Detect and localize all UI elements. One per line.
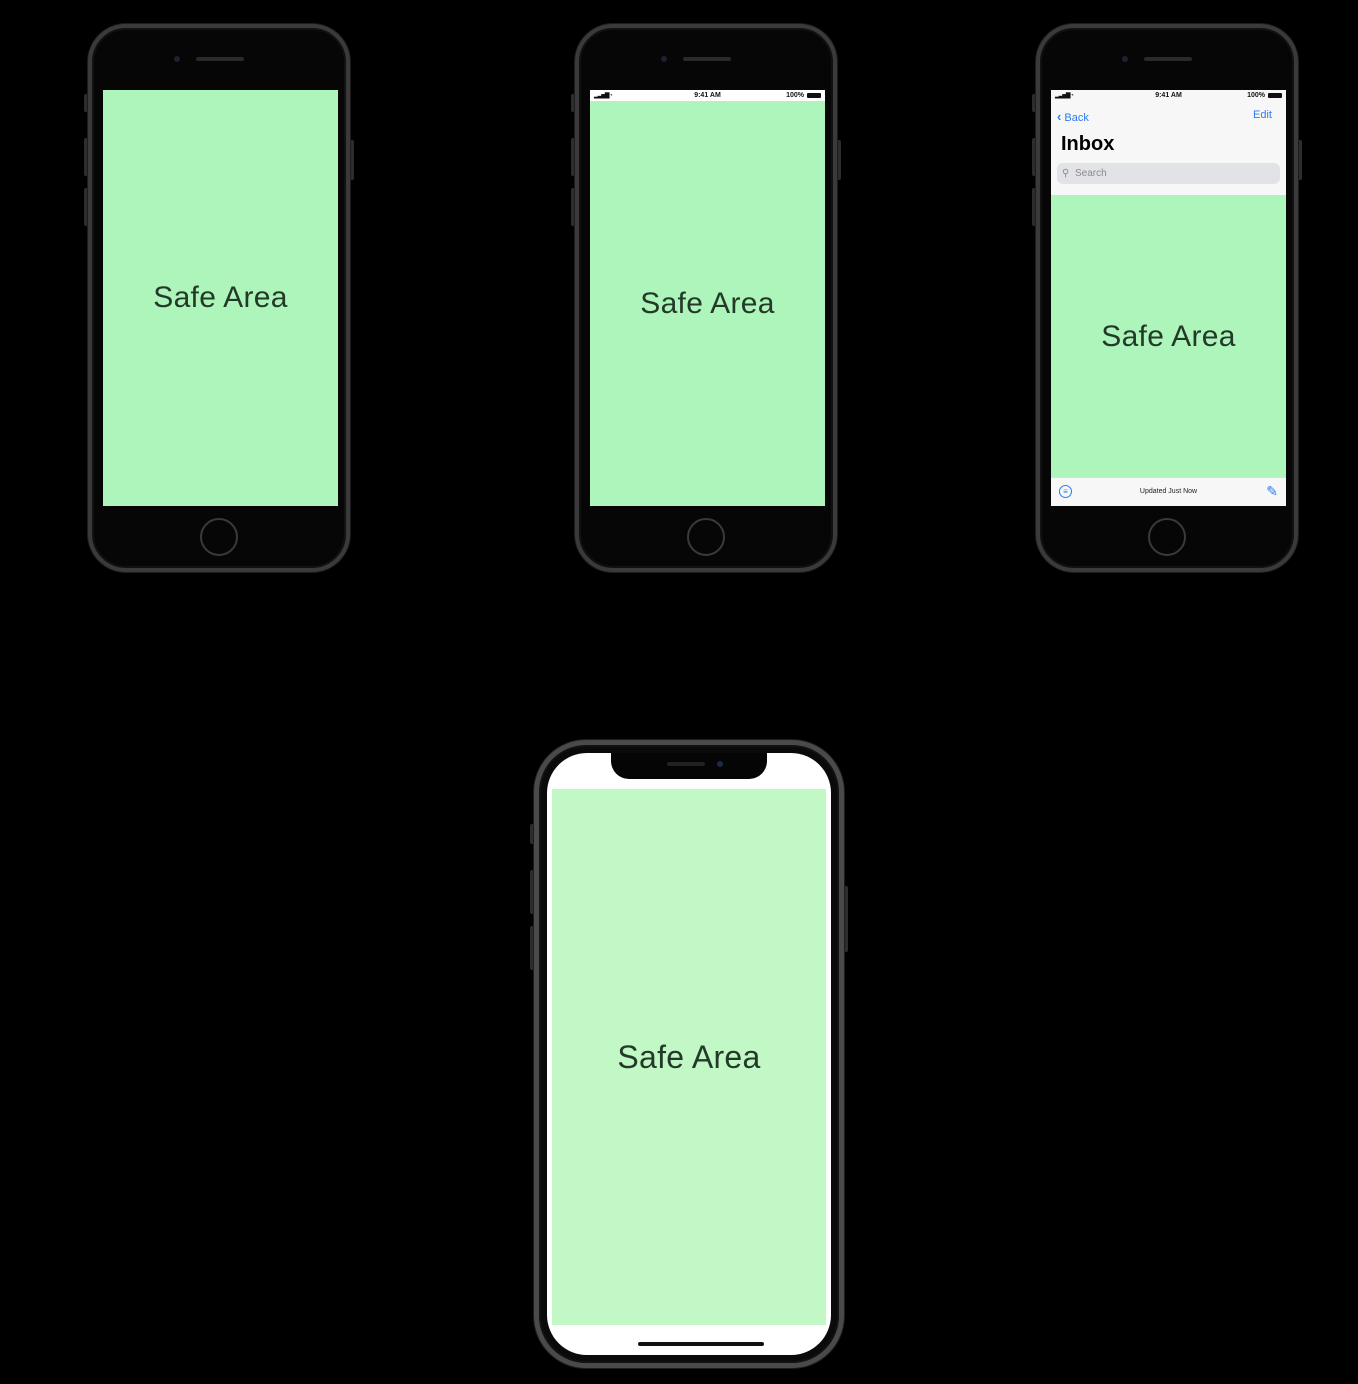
front-camera [661,56,667,62]
screen: Safe Area [547,753,831,1355]
status-right: 100% [786,92,821,99]
safe-area: Safe Area [103,90,338,506]
power-button [350,140,354,180]
back-chevron-icon: ‹ [1057,109,1062,124]
search-input[interactable]: ⚲ Search [1057,163,1280,184]
status-bar: ▂▃▅▇ ◔ 9:41 AM 100% [1051,90,1286,101]
safe-area-label: Safe Area [153,281,288,314]
status-right: 100% [1247,92,1282,99]
home-button[interactable] [200,518,238,556]
edit-button[interactable]: Edit [1253,109,1272,121]
earpiece-speaker [667,762,705,766]
home-indicator[interactable] [638,1342,764,1346]
battery-icon [807,93,821,98]
earpiece-speaker [196,57,244,61]
phone-iphone-x: Safe Area [530,740,848,1368]
earpiece-speaker [1144,57,1192,61]
notch [611,753,767,779]
safe-area-label: Safe Area [1101,319,1236,353]
compose-icon[interactable]: ✎ [1266,483,1278,500]
back-button[interactable]: ‹ Back [1057,109,1089,124]
bottom-toolbar: ≡ Updated Just Now ✎ [1051,477,1286,506]
battery-icon [1268,93,1282,98]
home-button[interactable] [687,518,725,556]
earpiece-speaker [683,57,731,61]
battery-percent: 100% [786,92,804,99]
navigation-bar: ‹ Back Edit Inbox ⚲ Search [1051,101,1286,195]
back-label: Back [1064,112,1089,124]
front-camera [174,56,180,62]
phone-status-bar: ▂▃▅▇ ◔ 9:41 AM 100% Safe Area [571,24,841,572]
power-button [1298,140,1302,180]
screen: Safe Area [103,90,338,506]
home-button[interactable] [1148,518,1186,556]
side-button [844,886,848,952]
safe-area-label: Safe Area [617,1038,761,1075]
page-title: Inbox [1061,133,1115,155]
toolbar-status: Updated Just Now [1139,488,1198,495]
status-bar: ▂▃▅▇ ◔ 9:41 AM 100% [590,90,825,101]
safe-area-label: Safe Area [640,286,775,320]
search-icon: ⚲ [1062,168,1070,179]
battery-percent: 100% [1247,92,1265,99]
screen: ▂▃▅▇ ◔ 9:41 AM 100% ‹ Back Edit Inbox ⚲ … [1051,90,1286,506]
safe-area: Safe Area [590,101,825,506]
screen: ▂▃▅▇ ◔ 9:41 AM 100% Safe Area [590,90,825,506]
front-camera [1122,56,1128,62]
front-camera [717,761,723,767]
safe-area: Safe Area [552,789,826,1325]
safe-area: Safe Area [1051,195,1286,478]
search-placeholder: Search [1075,168,1107,179]
phone-mail-inbox: ▂▃▅▇ ◔ 9:41 AM 100% ‹ Back Edit Inbox ⚲ … [1032,24,1302,572]
phone-plain: Safe Area [84,24,354,572]
power-button [837,140,841,180]
